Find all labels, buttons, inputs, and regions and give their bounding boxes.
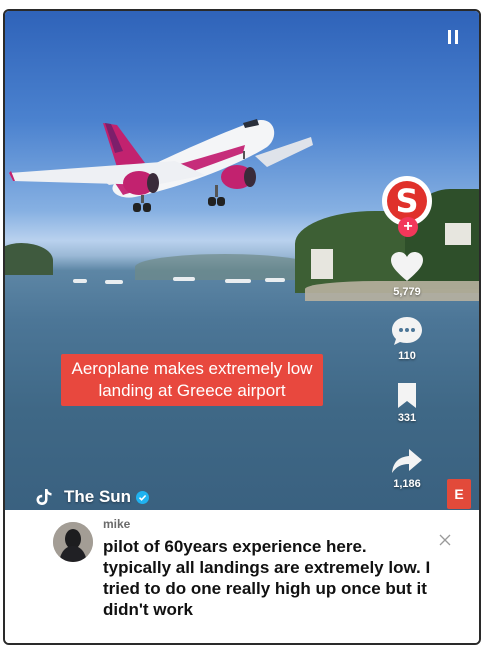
- menu-icon[interactable]: [448, 30, 460, 44]
- like-count: 5,779: [393, 286, 421, 298]
- comments-button[interactable]: 110: [382, 315, 432, 362]
- share-button[interactable]: 1,186: [382, 447, 432, 490]
- verified-icon: [136, 490, 150, 504]
- follow-button[interactable]: +: [398, 217, 418, 237]
- avatar[interactable]: [53, 522, 93, 562]
- share-count: 1,186: [393, 478, 421, 490]
- bookmark-icon: [398, 383, 416, 408]
- close-icon[interactable]: [437, 532, 453, 548]
- sun-logo: S: [387, 181, 427, 221]
- comment-text: pilot of 60years experience here. typica…: [103, 537, 431, 619]
- video-caption: Aeroplane makes extremely low landing at…: [61, 354, 323, 406]
- comment-card: mike pilot of 60years experience here. t…: [5, 510, 479, 643]
- save-count: 331: [397, 412, 417, 424]
- comment-icon: [392, 317, 422, 345]
- tiktok-icon: [36, 489, 52, 505]
- save-button[interactable]: 331: [382, 381, 432, 424]
- like-button[interactable]: 5,779: [382, 251, 432, 298]
- comment-count: 110: [398, 350, 416, 362]
- left-shoreline: [5, 243, 53, 275]
- moored-boats: [65, 277, 325, 285]
- comment-username[interactable]: mike: [103, 517, 130, 531]
- white-building: [445, 223, 471, 245]
- side-badge[interactable]: E: [447, 479, 471, 509]
- avatar-image: [53, 522, 93, 562]
- account-label[interactable]: The Sun: [35, 486, 150, 508]
- share-icon: [392, 449, 422, 473]
- screenshot-frame: Aeroplane makes extremely low landing at…: [3, 9, 481, 645]
- account-name: The Sun: [64, 487, 132, 506]
- video-player[interactable]: Aeroplane makes extremely low landing at…: [5, 11, 479, 510]
- white-building: [311, 249, 333, 279]
- airplane-image: [9, 119, 313, 212]
- heart-icon: [391, 252, 423, 281]
